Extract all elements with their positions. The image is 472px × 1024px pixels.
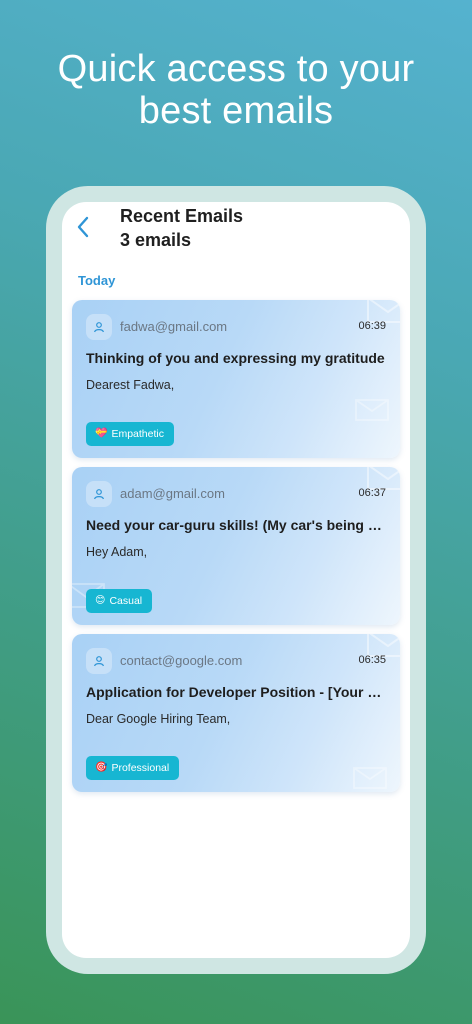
email-card[interactable]: adam@gmail.com 06:37 Need your car-guru … [72, 467, 400, 625]
avatar [86, 648, 112, 674]
email-subject: Need your car-guru skills! (My car's bei… [86, 517, 386, 533]
email-card[interactable]: contact@google.com 06:35 Application for… [72, 634, 400, 792]
email-preview: Dear Google Hiring Team, [86, 712, 231, 726]
email-subject: Application for Developer Position - [Yo… [86, 684, 386, 700]
email-sender: adam@gmail.com [120, 486, 225, 501]
avatar [86, 314, 112, 340]
promo-headline: Quick access to your best emails [0, 48, 472, 132]
avatar [86, 481, 112, 507]
headline-line-1: Quick access to your [57, 48, 415, 90]
tone-label: Casual [109, 595, 143, 607]
user-icon [94, 656, 104, 667]
email-list: fadwa@gmail.com 06:39 Thinking of you an… [72, 300, 400, 801]
envelope-watermark-icon [353, 767, 387, 789]
email-preview: Hey Adam, [86, 545, 148, 559]
tone-badge: 🎯 Professional [86, 756, 180, 780]
email-card[interactable]: fadwa@gmail.com 06:39 Thinking of you an… [72, 300, 400, 458]
email-sender: fadwa@gmail.com [120, 319, 228, 334]
email-time: 06:39 [358, 320, 386, 332]
back-button[interactable] [72, 214, 94, 240]
tone-badge: 😊 Casual [86, 589, 153, 613]
smile-icon: 😊 [95, 595, 106, 606]
section-label-today: Today [78, 273, 116, 288]
tone-label: Empathetic [111, 428, 164, 440]
email-count: 3 emails [120, 230, 192, 250]
user-icon [94, 489, 104, 500]
heart-gift-icon: 💝 [95, 428, 108, 439]
email-subject: Thinking of you and expressing my gratit… [86, 350, 385, 366]
tone-label: Professional [111, 762, 170, 774]
tone-badge: 💝 Empathetic [86, 422, 174, 446]
email-preview: Dearest Fadwa, [86, 378, 175, 392]
user-icon [94, 322, 104, 333]
chevron-left-icon [77, 216, 89, 238]
page-title: Recent Emails [120, 206, 244, 226]
email-sender: contact@google.com [120, 653, 243, 668]
phone-screen: Recent Emails 3 emails Today fadwa@gmail… [62, 202, 410, 958]
headline-line-2: best emails [138, 90, 334, 132]
email-time: 06:35 [358, 654, 386, 666]
email-time: 06:37 [358, 487, 386, 499]
envelope-watermark-icon [355, 399, 389, 421]
target-icon: 🎯 [95, 762, 108, 773]
